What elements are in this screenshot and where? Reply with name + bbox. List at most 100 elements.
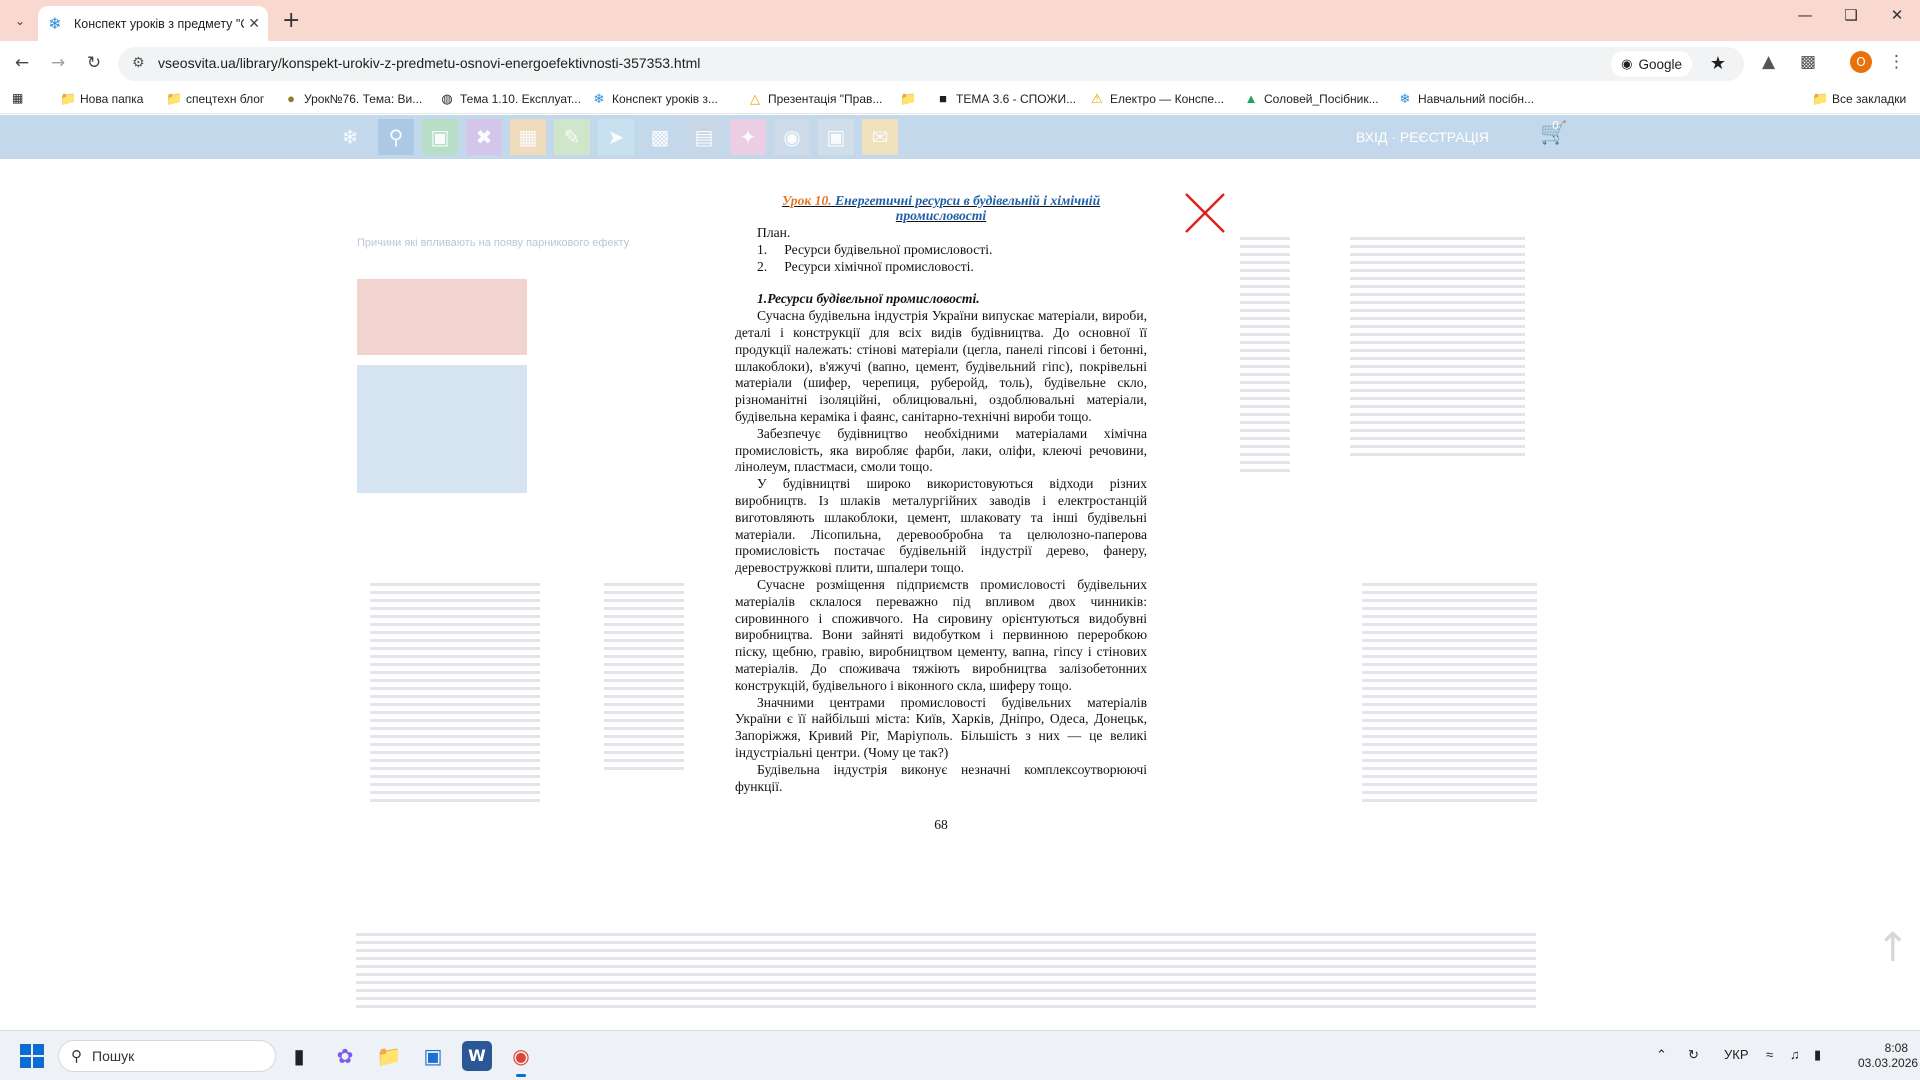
tab-title: Конспект уроків з предмету "С xyxy=(74,16,244,31)
camera-icon: ◉ xyxy=(1621,56,1633,71)
bookmark-item[interactable]: 📁 Нова папка xyxy=(60,91,143,107)
nav-tile-icon[interactable]: ➤ xyxy=(598,119,634,155)
bookmark-item[interactable]: ❄ Навчальний посібн... xyxy=(1398,91,1535,107)
snowflake-icon: ❄ xyxy=(593,91,605,106)
close-window-button[interactable]: ✕ xyxy=(1874,6,1920,24)
extension-icon[interactable]: ▲ xyxy=(1762,52,1775,72)
apps-icon[interactable]: ▦ xyxy=(12,91,23,105)
language-indicator[interactable]: УКР xyxy=(1724,1047,1749,1062)
chrome-icon[interactable]: ◉ xyxy=(506,1041,536,1077)
bookmark-item[interactable]: ■ ТЕМА 3.6 - СПОЖИ... xyxy=(936,91,1076,106)
nav-tile-icon[interactable]: ▦ xyxy=(510,119,546,155)
all-bookmarks-label: Все закладки xyxy=(1832,92,1907,106)
bookmark-star-icon[interactable]: ★ xyxy=(1710,53,1726,74)
ghost-page xyxy=(604,583,684,863)
scroll-to-top-arrow-icon[interactable]: ↑ xyxy=(1876,925,1910,971)
warning-icon: ⚠ xyxy=(1091,91,1103,106)
profile-avatar[interactable]: O xyxy=(1850,51,1872,73)
tab-search-button[interactable]: ⌄ xyxy=(8,9,32,33)
reload-button[interactable]: ↻ xyxy=(82,51,106,75)
section-heading: 1.Ресурси будівельної промисловості. xyxy=(757,291,980,307)
ghost-image xyxy=(357,279,527,355)
bookmark-item[interactable]: △ Презентація "Прав... xyxy=(748,91,882,107)
all-bookmarks[interactable]: 📁 Все закладки xyxy=(1812,91,1906,107)
menu-icon[interactable]: ⋮ xyxy=(1888,52,1905,72)
pencil-icon[interactable]: ✎ xyxy=(554,119,590,155)
active-tab[interactable]: ❄ Конспект уроків з предмету "С ✕ xyxy=(38,6,268,41)
search-icon[interactable]: ⚲ xyxy=(378,119,414,155)
snowflake-icon: ❄ xyxy=(48,13,62,33)
qr-icon[interactable]: ▩ xyxy=(642,119,678,155)
nav-tile-icon[interactable]: ✖ xyxy=(466,119,502,155)
word-icon[interactable]: W xyxy=(462,1041,492,1071)
google-label: Google xyxy=(1638,56,1682,72)
sync-icon[interactable]: ↻ xyxy=(1688,1047,1699,1063)
search-icon: ⚲ xyxy=(71,1048,82,1065)
close-tab-icon[interactable]: ✕ xyxy=(248,16,260,32)
bookmark-label: Електро — Конспе... xyxy=(1110,92,1225,106)
ghost-page xyxy=(1240,237,1290,627)
bookmark-label: ТЕМА 3.6 - СПОЖИ... xyxy=(956,91,1077,106)
folder-icon: 📁 xyxy=(1812,91,1829,106)
back-button[interactable]: ← xyxy=(10,51,34,75)
page-number: 68 xyxy=(934,817,948,833)
minimize-button[interactable]: — xyxy=(1782,6,1828,24)
bookmark-item[interactable]: ▲ Соловей_Посібник... xyxy=(1244,91,1379,106)
clock[interactable]: 8:08 03.03.2026 xyxy=(1858,1041,1919,1071)
forward-button[interactable]: → xyxy=(46,51,70,75)
puzzle-icon[interactable]: ▩ xyxy=(1800,52,1816,72)
bookmark-label: Презентація "Прав... xyxy=(768,92,883,106)
volume-icon[interactable]: ♫ xyxy=(1790,1047,1800,1062)
clock-date: 03.03.2026 xyxy=(1858,1056,1919,1070)
new-tab-button[interactable]: + xyxy=(282,8,300,33)
plan-item: 2. Ресурси хімічної промисловості. xyxy=(757,258,974,274)
copilot-icon[interactable]: ✿ xyxy=(330,1041,360,1071)
plan-label: План. xyxy=(757,225,791,240)
paragraph: Сучасна будівельна індустрія України вип… xyxy=(735,308,1147,424)
bookmark-item[interactable]: 📁 спецтехн блог xyxy=(166,91,264,107)
bookmark-item[interactable]: 📁 xyxy=(900,91,920,107)
site-icon: ■ xyxy=(939,91,947,106)
nav-tile-icon[interactable]: ▣ xyxy=(422,119,458,155)
wifi-icon[interactable]: ≈ xyxy=(1766,1047,1773,1062)
task-view-icon[interactable]: ▮ xyxy=(284,1041,314,1071)
lesson-number: Урок 10. xyxy=(781,193,832,208)
battery-icon[interactable]: ▮ xyxy=(1814,1047,1821,1063)
restore-button[interactable]: ❏ xyxy=(1828,6,1874,24)
site-navbar: ❄ ⚲ ▣ ✖ ▦ ✎ ➤ ▩ ▤ ✦ ◉ ▣ ✉ ВХІД · РЕЄСТРА… xyxy=(0,115,1920,159)
nav-tile-icon[interactable]: ✦ xyxy=(730,119,766,155)
logo-snowflake-icon[interactable]: ❄ xyxy=(332,119,368,155)
nav-tile-icon[interactable]: ▣ xyxy=(818,119,854,155)
bookmark-item[interactable]: ◍ Тема 1.10. Експлуат... xyxy=(440,91,581,107)
bookmark-label: Нова папка xyxy=(80,92,144,106)
store-icon[interactable]: ▣ xyxy=(418,1041,448,1071)
document-page: Урок 10. Енергетичні ресурси в будівельн… xyxy=(735,193,1147,835)
clock-time: 8:08 xyxy=(1884,1041,1908,1055)
windows-taskbar: ⚲ Пошук ▮ ✿ 📁 ▣ W ◉ ⌃ ↻ УКР ≈ ♫ ▮ 8:08 0… xyxy=(0,1030,1920,1080)
browser-toolbar: ← → ↻ ⚙ vseosvita.ua/library/konspekt-ur… xyxy=(0,41,1920,84)
bookmark-item[interactable]: ⚠ Електро — Конспе... xyxy=(1090,91,1224,107)
drive-icon: ▲ xyxy=(1244,91,1258,106)
bookmarks-bar: ▦ 📁 Нова папка 📁 спецтехн блог ● Урок№76. Т… xyxy=(0,84,1920,114)
close-icon[interactable] xyxy=(1184,192,1226,234)
nav-tile-icon[interactable]: ▤ xyxy=(686,119,722,155)
cart-count: 0 xyxy=(1552,119,1559,132)
nav-tile-icon[interactable]: ✉ xyxy=(862,119,898,155)
ghost-page xyxy=(370,583,540,863)
address-bar[interactable]: ⚙ vseosvita.ua/library/konspekt-urokiv-z… xyxy=(118,47,1744,81)
bookmark-label: Конспект уроків з... xyxy=(612,92,719,106)
bookmark-item[interactable]: ❄ Конспект уроків з... xyxy=(592,91,718,107)
taskbar-search[interactable]: ⚲ Пошук xyxy=(58,1040,276,1072)
paragraph: Будівельна індустрія виконує незначні ко… xyxy=(735,761,1147,794)
folder-icon: 📁 xyxy=(166,91,183,106)
bookmark-item[interactable]: ● Урок№76. Тема: Ви... xyxy=(284,91,422,106)
nav-tile-icon[interactable]: ◉ xyxy=(774,119,810,155)
chevron-down-icon: ⌄ xyxy=(14,14,26,28)
login-register-button[interactable]: ВХІД · РЕЄСТРАЦІЯ xyxy=(1340,123,1505,151)
site-icon: ◍ xyxy=(441,91,453,106)
google-lens-chip[interactable]: ◉ Google xyxy=(1611,51,1692,77)
site-info-icon[interactable]: ⚙ xyxy=(132,55,145,71)
show-hidden-icons-icon[interactable]: ⌃ xyxy=(1656,1047,1667,1063)
windows-start-icon[interactable] xyxy=(20,1044,44,1068)
file-explorer-icon[interactable]: 📁 xyxy=(374,1041,404,1071)
